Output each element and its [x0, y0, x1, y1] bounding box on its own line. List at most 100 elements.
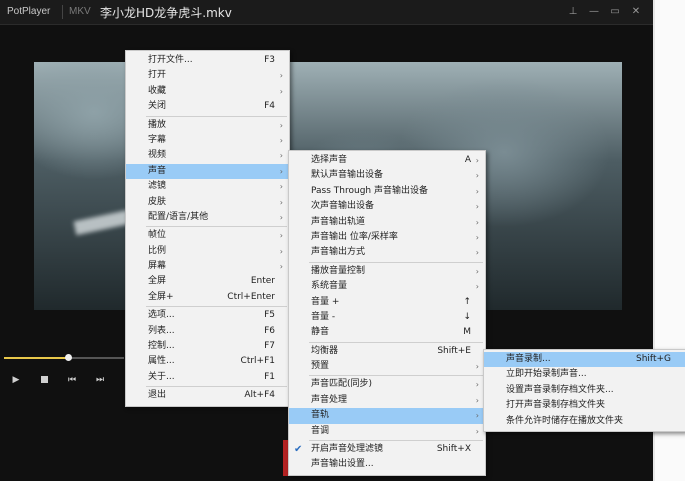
menu-separator: [309, 261, 483, 263]
playback-controls: ▶ ⏮ ⏭: [0, 368, 124, 392]
menu-item-main-menu-19[interactable]: 选项... F5: [126, 308, 289, 323]
menu-item-label: 音量 +: [311, 296, 340, 307]
chevron-right-icon: ›: [475, 186, 479, 196]
menu-item-sound-menu-20[interactable]: 音调 ›: [289, 424, 485, 439]
menu-item-main-menu-7[interactable]: 视频 ›: [126, 148, 289, 163]
menu-item-main-menu-10[interactable]: 皮肤 ›: [126, 195, 289, 210]
menu-item-sound-menu-8[interactable]: 播放音量控制 ›: [289, 264, 485, 279]
menu-separator: [309, 341, 483, 343]
menu-item-label: 打开声音录制存档文件夹: [506, 400, 606, 411]
chevron-right-icon: ›: [279, 151, 283, 161]
menu-item-track-menu-1[interactable]: 立即开始录制声音...: [484, 367, 685, 382]
menu-item-sound-menu-0[interactable]: 选择声音 A ›: [289, 153, 485, 168]
menu-item-shortcut: M: [463, 327, 471, 338]
menu-item-sound-menu-18[interactable]: 声音处理 ›: [289, 393, 485, 408]
menu-item-main-menu-15[interactable]: 屏幕 ›: [126, 259, 289, 274]
menu-item-label: 播放: [148, 119, 167, 130]
menu-item-sound-menu-23[interactable]: 声音输出设置...: [289, 457, 485, 472]
menu-separator: [146, 386, 287, 388]
app-name[interactable]: PotPlayer: [7, 6, 50, 17]
menu-item-label: 关闭: [148, 101, 167, 112]
chevron-right-icon: ›: [279, 197, 283, 207]
menu-item-track-menu-4[interactable]: 条件允许时储存在播放文件夹: [484, 414, 685, 429]
menu-item-label: 默认声音输出设备: [311, 170, 384, 181]
menu-item-main-menu-1[interactable]: 打开 ›: [126, 68, 289, 83]
menu-item-main-menu-13[interactable]: 帧位 ›: [126, 228, 289, 243]
menu-item-main-menu-2[interactable]: 收藏 ›: [126, 84, 289, 99]
menu-item-label: 声音录制...: [506, 354, 551, 364]
menu-item-shortcut: Shift+G: [636, 354, 671, 364]
menu-item-track-menu-2[interactable]: 设置声音录制存档文件夹...: [484, 383, 685, 398]
menu-item-sound-menu-5[interactable]: 声音输出 位率/采样率 ›: [289, 230, 485, 245]
menu-item-main-menu-21[interactable]: 控制... F7: [126, 339, 289, 354]
menu-item-track-menu-0[interactable]: 声音录制... Shift+G: [484, 352, 685, 368]
menu-item-sound-menu-15[interactable]: 预置 ›: [289, 359, 485, 374]
menu-item-main-menu-8[interactable]: 声音 ›: [126, 163, 289, 180]
maximize-icon[interactable]: ▭: [608, 5, 622, 19]
pin-icon[interactable]: ⊥: [566, 5, 580, 19]
menu-item-sound-menu-1[interactable]: 默认声音输出设备 ›: [289, 168, 485, 183]
menu-item-label: 音调: [311, 425, 330, 436]
close-icon[interactable]: ✕: [629, 5, 643, 19]
menu-item-main-menu-11[interactable]: 配置/语言/其他 ›: [126, 210, 289, 225]
menu-item-sound-menu-11[interactable]: 音量 - ↓: [289, 310, 485, 325]
menu-item-main-menu-3[interactable]: 关闭 F4: [126, 99, 289, 114]
menu-item-sound-menu-6[interactable]: 声音输出方式 ›: [289, 245, 485, 260]
menu-item-shortcut: Ctrl+Enter: [227, 291, 275, 302]
menu-item-sound-menu-22[interactable]: ✔ 开启声音处理滤镜 Shift+X: [289, 442, 485, 457]
menu-item-main-menu-5[interactable]: 播放 ›: [126, 118, 289, 133]
menu-item-label: 次声音输出设备: [311, 201, 375, 212]
menu-item-label: 均衡器: [311, 345, 339, 356]
chevron-right-icon: ›: [475, 202, 479, 212]
chevron-right-icon: ›: [475, 266, 479, 276]
seek-handle[interactable]: [64, 354, 72, 361]
menu-item-track-menu-3[interactable]: 打开声音录制存档文件夹: [484, 398, 685, 413]
menu-item-sound-menu-14[interactable]: 均衡器 Shift+E: [289, 344, 485, 359]
menu-item-label: 比例: [148, 245, 167, 256]
menu-item-label: 字幕: [148, 134, 167, 145]
minimize-icon[interactable]: —: [587, 5, 601, 19]
previous-icon[interactable]: ⏮: [60, 368, 84, 392]
menu-item-main-menu-23[interactable]: 关于... F1: [126, 370, 289, 385]
menu-item-main-menu-6[interactable]: 字幕 ›: [126, 133, 289, 148]
menu-item-label: 帧位: [148, 230, 167, 241]
chevron-right-icon: ›: [279, 231, 283, 241]
menu-item-label: 声音处理: [311, 394, 348, 405]
menu-item-label: 屏幕: [148, 261, 167, 272]
play-icon[interactable]: ▶: [4, 368, 28, 392]
menu-separator: [146, 115, 287, 117]
context-menu: 打开文件... F3 打开 › 收藏 › 关闭 F4 播放 › 字幕 › 视频 › 声音 › 滤镜 › 皮肤 › 配置/…: [125, 50, 290, 407]
menu-item-main-menu-14[interactable]: 比例 ›: [126, 244, 289, 259]
seek-bar[interactable]: [4, 354, 124, 361]
menu-item-label: 音量 -: [311, 311, 336, 322]
menu-item-sound-menu-3[interactable]: 次声音输出设备 ›: [289, 199, 485, 214]
menu-item-sound-menu-9[interactable]: 系统音量 ›: [289, 279, 485, 294]
menu-item-sound-menu-10[interactable]: 音量 + ↑: [289, 295, 485, 310]
menu-item-main-menu-25[interactable]: 退出 Alt+F4: [126, 388, 289, 403]
title-divider: [62, 5, 63, 19]
menu-item-shortcut: F6: [264, 325, 275, 336]
menu-item-main-menu-17[interactable]: 全屏+ Ctrl+Enter: [126, 290, 289, 305]
menu-item-main-menu-20[interactable]: 列表... F6: [126, 324, 289, 339]
menu-item-main-menu-22[interactable]: 属性... Ctrl+F1: [126, 354, 289, 369]
menu-item-shortcut: Enter: [250, 276, 275, 287]
chevron-right-icon: ›: [475, 156, 479, 165]
menu-item-main-menu-0[interactable]: 打开文件... F3: [126, 53, 289, 68]
menu-item-label: 预置: [311, 361, 330, 372]
menu-item-label: 全屏: [148, 276, 167, 287]
menu-item-sound-menu-4[interactable]: 声音输出轨道 ›: [289, 215, 485, 230]
chevron-right-icon: ›: [279, 135, 283, 145]
menu-item-sound-menu-17[interactable]: 声音匹配(同步) ›: [289, 377, 485, 392]
next-icon[interactable]: ⏭: [88, 368, 112, 392]
stop-icon[interactable]: [32, 368, 56, 392]
menu-item-main-menu-9[interactable]: 滤镜 ›: [126, 179, 289, 194]
menu-item-label: 声音输出方式: [311, 247, 366, 258]
menu-item-sound-menu-19[interactable]: 音轨 ›: [289, 408, 485, 424]
menu-item-main-menu-16[interactable]: 全屏 Enter: [126, 274, 289, 289]
chevron-right-icon: ›: [279, 120, 283, 130]
menu-item-sound-menu-12[interactable]: 静音 M: [289, 325, 485, 340]
menu-item-label: 打开文件...: [148, 55, 193, 65]
menu-item-label: 选择声音: [311, 155, 348, 165]
menu-item-sound-menu-2[interactable]: Pass Through 声音输出设备 ›: [289, 184, 485, 199]
menu-item-label: 视频: [148, 150, 167, 161]
